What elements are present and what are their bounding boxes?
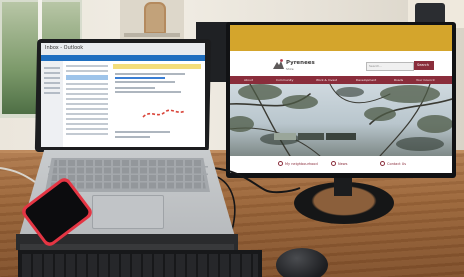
outlook-info-bar xyxy=(113,64,201,69)
outlook-folder-pane xyxy=(41,61,63,147)
email-chart-graphic xyxy=(142,109,186,118)
laptop-trackpad xyxy=(92,195,164,229)
laptop-screen: Inbox - Outlook xyxy=(41,43,205,147)
desk-keyboard-keys xyxy=(22,254,258,277)
computer-mouse xyxy=(276,248,328,277)
outlook-reading-pane xyxy=(111,61,205,147)
outlook-message-list xyxy=(63,61,112,147)
photo-scene: Pyrenees Shire Search... Search About Co… xyxy=(0,0,464,277)
outlook-window-title: Inbox - Outlook xyxy=(45,45,84,51)
